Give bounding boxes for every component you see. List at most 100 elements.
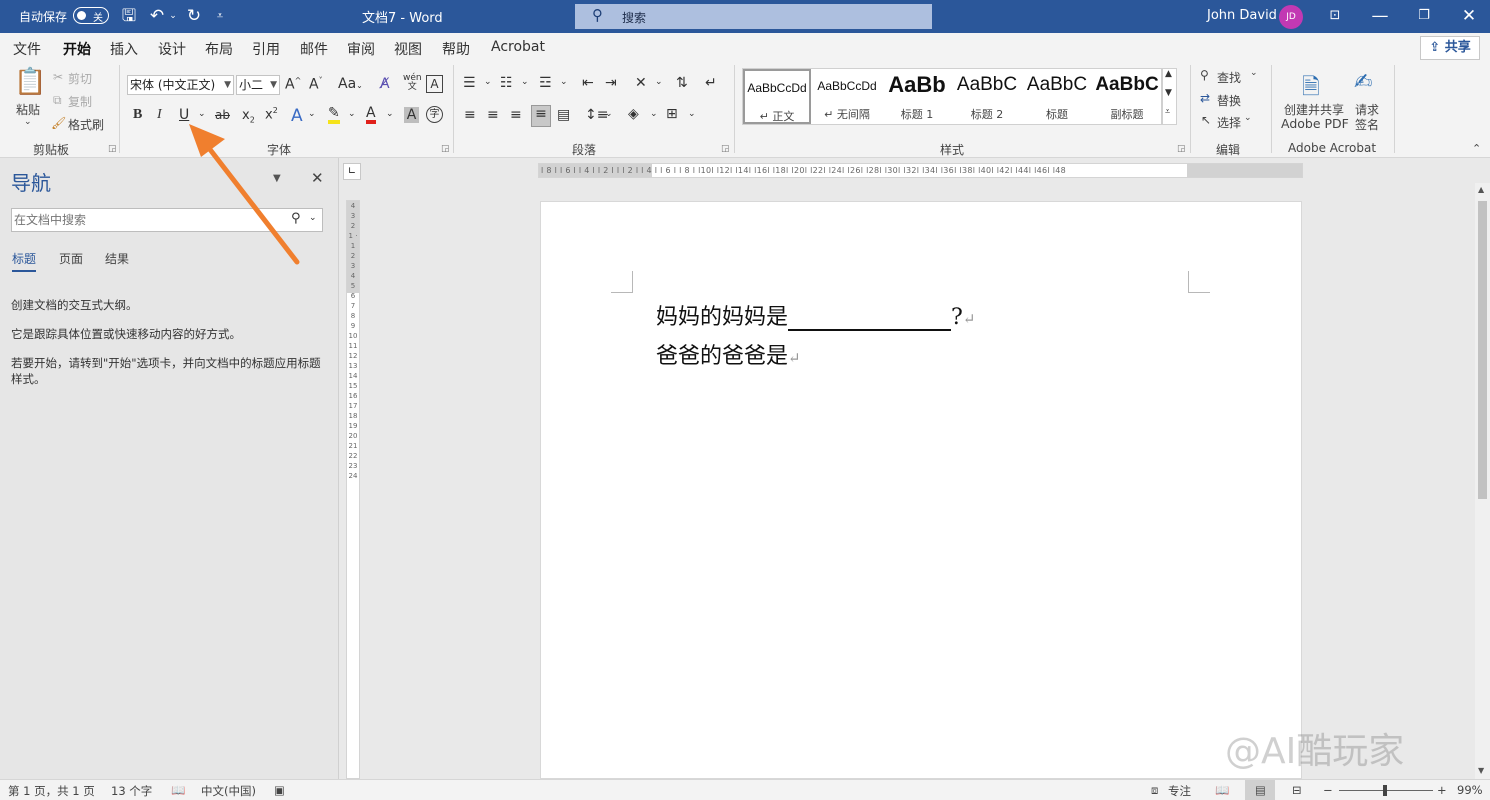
- document-line-2[interactable]: 爸爸的爸爸是↵: [656, 338, 801, 370]
- replace-label[interactable]: 替换: [1217, 92, 1241, 109]
- read-mode-icon[interactable]: 📖: [1215, 783, 1229, 797]
- style-heading-2[interactable]: AaBbC 标题 2: [953, 69, 1021, 124]
- copy-label[interactable]: 复制: [68, 93, 92, 110]
- character-border-icon[interactable]: A: [426, 75, 443, 93]
- clipboard-dialog-launcher-icon[interactable]: ◲: [108, 144, 117, 154]
- autosave-toggle[interactable]: 关: [73, 7, 109, 24]
- enclose-characters-icon[interactable]: 字: [426, 106, 443, 123]
- print-layout-icon[interactable]: ▤: [1245, 780, 1275, 800]
- collapse-ribbon-icon[interactable]: ⌃: [1472, 142, 1481, 155]
- search-icon[interactable]: ⚲: [291, 211, 301, 226]
- zoom-level[interactable]: 99%: [1457, 783, 1483, 797]
- line-spacing-dropdown-icon[interactable]: ⌄: [605, 109, 613, 119]
- restore-icon[interactable]: ❐: [1414, 5, 1434, 27]
- close-icon[interactable]: ✕: [311, 169, 324, 187]
- language[interactable]: 中文(中国): [201, 783, 256, 799]
- decrease-indent-icon[interactable]: ⇤: [582, 75, 594, 91]
- request-sign-label-2[interactable]: 签名: [1355, 116, 1379, 133]
- show-marks-icon[interactable]: ↵: [705, 75, 717, 91]
- font-color-icon[interactable]: A: [366, 106, 376, 124]
- nav-tab-pages[interactable]: 页面: [59, 250, 83, 267]
- find-dropdown-icon[interactable]: ⌄: [1250, 68, 1258, 78]
- scroll-thumb[interactable]: [1478, 201, 1487, 499]
- paragraph-shading-icon[interactable]: ◈: [628, 106, 639, 122]
- title-search-box[interactable]: ⚲ 搜索: [575, 4, 932, 29]
- shrink-font-icon[interactable]: A˅: [309, 76, 323, 93]
- paste-label[interactable]: 粘贴: [16, 101, 40, 118]
- document-page[interactable]: 妈妈的妈妈是 ?↵ 爸爸的爸爸是↵: [540, 201, 1302, 779]
- strikethrough-icon[interactable]: ab: [215, 108, 230, 122]
- paste-dropdown-icon[interactable]: ⌄: [24, 117, 32, 127]
- focus-icon[interactable]: ⧈: [1151, 783, 1158, 798]
- increase-indent-icon[interactable]: ⇥: [605, 75, 617, 91]
- find-label[interactable]: 查找: [1217, 69, 1241, 86]
- more-styles-icon[interactable]: ⩡: [1165, 107, 1170, 117]
- find-icon[interactable]: ⚲: [1200, 68, 1209, 82]
- nav-tab-results[interactable]: 结果: [105, 250, 129, 267]
- customize-toolbar-icon[interactable]: ⩡: [213, 5, 227, 27]
- tab-file[interactable]: 文件: [13, 39, 41, 59]
- focus-label[interactable]: 专注: [1168, 783, 1191, 799]
- align-right-icon[interactable]: ≡: [510, 107, 522, 123]
- tab-layout[interactable]: 布局: [205, 39, 233, 59]
- italic-icon[interactable]: I: [157, 107, 162, 123]
- document-line-1[interactable]: 妈妈的妈妈是 ?↵: [656, 299, 975, 331]
- cut-icon[interactable]: ✂: [53, 70, 63, 84]
- style-title[interactable]: AaBbC 标题: [1023, 69, 1091, 124]
- format-painter-label[interactable]: 格式刷: [68, 116, 104, 133]
- tab-references[interactable]: 引用: [252, 39, 280, 59]
- highlight-dropdown-icon[interactable]: ⌄: [348, 109, 356, 119]
- format-painter-icon[interactable]: 🖌: [51, 116, 66, 130]
- select-label[interactable]: 选择: [1217, 114, 1241, 131]
- character-shading-icon[interactable]: A: [404, 107, 419, 123]
- font-dialog-launcher-icon[interactable]: ◲: [441, 144, 450, 154]
- align-left-icon[interactable]: ≡: [464, 107, 476, 123]
- highlight-icon[interactable]: ✎: [328, 106, 340, 124]
- proofing-icon[interactable]: 📖: [171, 783, 185, 797]
- scroll-up-icon[interactable]: ▲: [1478, 185, 1484, 194]
- numbering-dropdown-icon[interactable]: ⌄: [521, 77, 529, 87]
- undo-icon[interactable]: ↶: [146, 5, 168, 27]
- share-button[interactable]: ⇪ 共享: [1420, 36, 1480, 60]
- clear-formatting-icon[interactable]: A̸: [380, 76, 390, 92]
- word-count[interactable]: 13 个字: [111, 783, 152, 799]
- close-window-icon[interactable]: ✕: [1459, 5, 1479, 27]
- ribbon-display-icon[interactable]: ⊡: [1325, 5, 1345, 27]
- style-heading-1[interactable]: AaBb 标题 1: [883, 69, 951, 124]
- tab-home[interactable]: 开始: [63, 39, 91, 64]
- user-name[interactable]: John David: [1207, 8, 1277, 23]
- grow-font-icon[interactable]: A^: [285, 76, 301, 93]
- vertical-scrollbar[interactable]: ▲ ▼: [1475, 183, 1490, 779]
- tab-view[interactable]: 视图: [394, 39, 422, 59]
- align-center-icon[interactable]: ≡: [487, 107, 499, 123]
- select-dropdown-icon[interactable]: ⌄: [1244, 113, 1252, 123]
- cut-label[interactable]: 剪切: [68, 70, 92, 87]
- tab-review[interactable]: 审阅: [347, 39, 375, 59]
- bullets-icon[interactable]: ☰: [463, 75, 476, 91]
- sort-icon[interactable]: ⇅: [676, 75, 688, 91]
- borders-icon[interactable]: ⊞: [666, 106, 678, 122]
- multilevel-dropdown-icon[interactable]: ⌄: [560, 77, 568, 87]
- tab-selector-icon[interactable]: ∟: [343, 163, 361, 180]
- bullets-dropdown-icon[interactable]: ⌄: [484, 77, 492, 87]
- styles-dialog-launcher-icon[interactable]: ◲: [1177, 144, 1186, 154]
- bold-icon[interactable]: B: [133, 107, 142, 123]
- style-normal[interactable]: AaBbCcDd ↵ 正文: [743, 69, 811, 124]
- font-color-dropdown-icon[interactable]: ⌄: [386, 109, 394, 119]
- copy-icon[interactable]: ⧉: [53, 93, 62, 108]
- style-subtitle[interactable]: AaBbC 副标题: [1093, 69, 1161, 124]
- replace-icon[interactable]: ⇄: [1200, 91, 1210, 105]
- phonetic-guide-icon[interactable]: wén 文: [403, 74, 422, 92]
- tab-insert[interactable]: 插入: [110, 39, 138, 59]
- tab-design[interactable]: 设计: [158, 39, 186, 59]
- multilevel-list-icon[interactable]: ☲: [539, 75, 552, 91]
- macro-icon[interactable]: ▣: [274, 783, 285, 797]
- distributed-icon[interactable]: ▤: [557, 107, 570, 123]
- zoom-slider-knob[interactable]: [1383, 785, 1387, 796]
- tab-acrobat[interactable]: Acrobat: [491, 39, 545, 55]
- create-share-label-2[interactable]: Adobe PDF: [1281, 116, 1349, 131]
- justify-icon[interactable]: ≡: [531, 105, 551, 127]
- nav-options-icon[interactable]: ▼: [273, 173, 281, 184]
- web-layout-icon[interactable]: ⊟: [1292, 783, 1302, 797]
- scroll-up-icon[interactable]: ▲: [1165, 69, 1172, 79]
